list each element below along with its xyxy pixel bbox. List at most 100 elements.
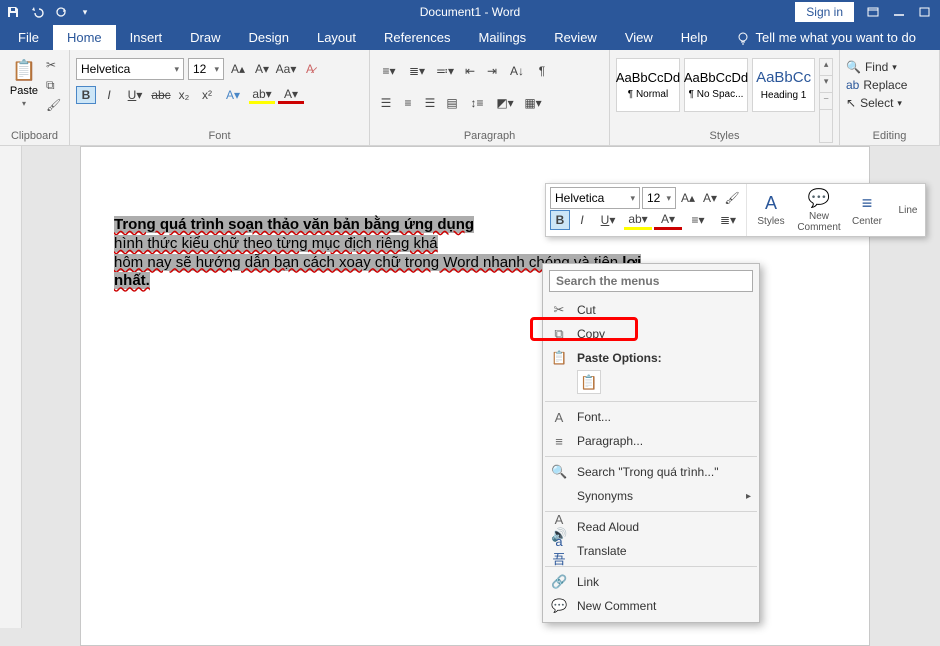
tab-home[interactable]: Home xyxy=(53,25,116,50)
highlight-icon[interactable]: ab▾ xyxy=(249,86,275,104)
mini-numbering-icon[interactable]: ≣▾ xyxy=(714,210,742,230)
ctx-synonyms[interactable]: Synonyms▸ xyxy=(543,484,759,508)
mini-new-comment-button[interactable]: 💬 New Comment xyxy=(795,184,843,236)
show-marks-icon[interactable]: ¶ xyxy=(532,62,552,80)
mini-bold-button[interactable]: B xyxy=(550,210,570,230)
mini-center-button[interactable]: ≡ Center xyxy=(843,184,891,236)
copy-icon: ⧉ xyxy=(551,326,567,342)
numbering-icon[interactable]: ≣▾ xyxy=(404,62,430,80)
bold-button[interactable]: B xyxy=(76,86,96,104)
ctx-read-aloud[interactable]: A🔊Read Aloud xyxy=(543,515,759,539)
mini-shrink-font-icon[interactable]: A▾ xyxy=(700,188,720,208)
text-effects-icon[interactable]: A▾ xyxy=(220,86,246,104)
cut-icon[interactable]: ✂ xyxy=(46,58,62,74)
find-button[interactable]: 🔍Find▾ xyxy=(846,58,933,76)
select-button[interactable]: ↖Select▾ xyxy=(846,94,933,112)
tab-review[interactable]: Review xyxy=(540,25,611,50)
ctx-smart-search[interactable]: 🔍Search "Trong quá trình..." xyxy=(543,460,759,484)
ctx-paragraph[interactable]: ≡Paragraph... xyxy=(543,429,759,453)
tab-help[interactable]: Help xyxy=(667,25,722,50)
clear-formatting-icon[interactable]: A̷ xyxy=(300,60,320,78)
tab-design[interactable]: Design xyxy=(235,25,303,50)
change-case-icon[interactable]: Aa▾ xyxy=(276,60,296,78)
font-color-icon[interactable]: A▾ xyxy=(278,86,304,104)
paste-keep-source-icon[interactable]: 📋 xyxy=(577,370,601,394)
mini-highlight-icon[interactable]: ab▾ xyxy=(624,210,652,230)
font-dialog-icon: A xyxy=(551,410,567,425)
subscript-button[interactable]: x₂ xyxy=(174,86,194,104)
ribbon-options-icon[interactable] xyxy=(866,5,880,19)
paste-icon: 📋 xyxy=(551,350,567,366)
font-size-combo[interactable]: 12▾ xyxy=(188,58,224,80)
underline-button[interactable]: U▾ xyxy=(122,86,148,104)
mini-format-painter-icon[interactable]: 🖌 xyxy=(722,188,742,208)
undo-icon[interactable] xyxy=(30,5,44,19)
comment-icon: 💬 xyxy=(551,598,567,614)
justify-icon[interactable]: ▤ xyxy=(442,94,462,112)
align-right-icon[interactable]: ☰ xyxy=(420,94,440,112)
mini-font-combo[interactable]: Helvetica▾ xyxy=(550,187,640,209)
mini-line-button[interactable]: Line xyxy=(891,184,925,236)
style-normal[interactable]: AaBbCcDd¶ Normal xyxy=(616,58,680,112)
mini-italic-button[interactable]: I xyxy=(572,210,592,230)
tab-layout[interactable]: Layout xyxy=(303,25,370,50)
styles-icon: A xyxy=(765,193,777,214)
align-left-icon[interactable]: ☰ xyxy=(376,94,396,112)
mini-size-combo[interactable]: 12▾ xyxy=(642,187,676,209)
decrease-indent-icon[interactable]: ⇤ xyxy=(460,62,480,80)
ctx-translate[interactable]: a吾Translate xyxy=(543,539,759,563)
tellme[interactable]: Tell me what you want to do xyxy=(722,25,930,50)
signin-button[interactable]: Sign in xyxy=(795,2,854,22)
mini-toolbar: Helvetica▾ 12▾ A▴ A▾ 🖌 B I U▾ ab▾ A▾ ≡▾ … xyxy=(545,183,926,237)
font-family-combo[interactable]: Helvetica▾ xyxy=(76,58,184,80)
copy-icon[interactable]: ⧉ xyxy=(46,78,62,94)
line-spacing-icon[interactable]: ↕≡ xyxy=(464,94,490,112)
ctx-font[interactable]: AFont... xyxy=(543,405,759,429)
shading-icon[interactable]: ◩▾ xyxy=(492,94,518,112)
mini-styles-button[interactable]: A Styles xyxy=(747,184,795,236)
increase-indent-icon[interactable]: ⇥ xyxy=(482,62,502,80)
style-nospacing[interactable]: AaBbCcDd¶ No Spac... xyxy=(684,58,748,112)
style-heading1[interactable]: AaBbCcHeading 1 xyxy=(752,58,815,112)
mini-underline-button[interactable]: U▾ xyxy=(594,210,622,230)
clipboard-label: Clipboard xyxy=(0,130,69,142)
bullets-icon[interactable]: ≡▾ xyxy=(376,62,402,80)
font-label: Font xyxy=(70,130,369,142)
ctx-link[interactable]: 🔗Link xyxy=(543,570,759,594)
tab-view[interactable]: View xyxy=(611,25,667,50)
multilevel-icon[interactable]: ≕▾ xyxy=(432,62,458,80)
shrink-font-icon[interactable]: A▾ xyxy=(252,60,272,78)
tab-draw[interactable]: Draw xyxy=(176,25,234,50)
mini-bullets-icon[interactable]: ≡▾ xyxy=(684,210,712,230)
replace-button[interactable]: abReplace xyxy=(846,76,933,94)
save-icon[interactable] xyxy=(6,5,20,19)
ctx-search-input[interactable] xyxy=(549,270,753,292)
qat-more-icon[interactable]: ▾ xyxy=(78,5,92,19)
replace-icon: ab xyxy=(846,78,859,92)
ctx-cut[interactable]: ✂Cut xyxy=(543,298,759,322)
tab-mailings[interactable]: Mailings xyxy=(465,25,541,50)
italic-button[interactable]: I xyxy=(99,86,119,104)
mini-grow-font-icon[interactable]: A▴ xyxy=(678,188,698,208)
redo-icon[interactable] xyxy=(54,5,68,19)
ctx-search[interactable] xyxy=(549,270,753,292)
grow-font-icon[interactable]: A▴ xyxy=(228,60,248,78)
strikethrough-button[interactable]: abc xyxy=(151,86,171,104)
maximize-icon[interactable] xyxy=(918,5,932,19)
borders-icon[interactable]: ▦▾ xyxy=(520,94,546,112)
ribbon-tabs: File Home Insert Draw Design Layout Refe… xyxy=(0,24,940,50)
sort-icon[interactable]: A↓ xyxy=(504,62,530,80)
tab-file[interactable]: File xyxy=(4,25,53,50)
ctx-new-comment[interactable]: 💬New Comment xyxy=(543,594,759,618)
minimize-icon[interactable] xyxy=(892,5,906,19)
tab-references[interactable]: References xyxy=(370,25,464,50)
translate-icon: a吾 xyxy=(551,534,567,568)
superscript-button[interactable]: x² xyxy=(197,86,217,104)
group-editing: 🔍Find▾ abReplace ↖Select▾ Editing xyxy=(840,50,940,145)
ctx-copy[interactable]: ⧉Copy xyxy=(543,322,759,346)
tab-insert[interactable]: Insert xyxy=(116,25,177,50)
lightbulb-icon xyxy=(736,31,750,45)
format-painter-icon[interactable]: 🖌 xyxy=(46,98,62,114)
align-center-icon[interactable]: ≡ xyxy=(398,94,418,112)
mini-font-color-icon[interactable]: A▾ xyxy=(654,210,682,230)
